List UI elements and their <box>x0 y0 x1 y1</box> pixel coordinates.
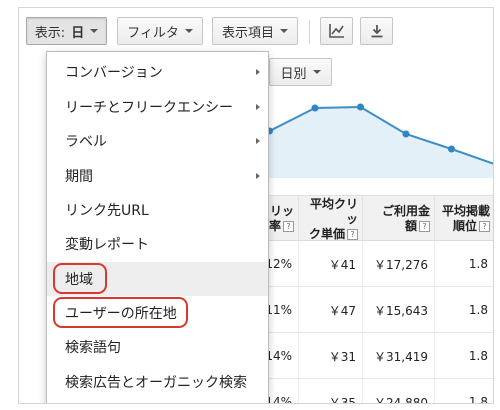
table-row: 0.12% ￥41 ￥17,276 1.8 <box>249 241 493 287</box>
help-icon[interactable]: ? <box>283 221 294 232</box>
chevron-right-icon <box>256 138 260 144</box>
header-avg-cpc[interactable]: 平均クリッ ク単価? <box>299 196 363 242</box>
header-cost[interactable]: ご利用金額? <box>363 196 435 242</box>
menu-item-labels[interactable]: ラベル <box>47 124 268 158</box>
table-row: 0.14% ￥35 ￥24,880 1.8 <box>249 379 493 403</box>
menu-item-change-report[interactable]: 変動レポート <box>47 227 268 261</box>
report-panel: 表示: 日 フィルタ 表示項目 日別 クリッ率? 平均クリッ ク単価? ご利用金額?… <box>18 7 494 404</box>
table-row: 0.14% ￥31 ￥31,419 1.8 <box>249 333 493 379</box>
menu-item-reach-frequency[interactable]: リーチとフリークエンシー <box>47 90 268 124</box>
chevron-right-icon <box>256 69 260 75</box>
header-avg-position[interactable]: 平均掲載 順位? <box>435 196 493 242</box>
menu-item-paid-organic[interactable]: 検索広告とオーガニック検索 <box>47 365 268 399</box>
menu-item-search-terms[interactable]: 検索語句 <box>47 330 268 364</box>
chevron-right-icon <box>256 173 260 179</box>
menu-item-period[interactable]: 期間 <box>47 159 268 193</box>
chart-point[interactable] <box>311 104 319 112</box>
chart-point[interactable] <box>357 103 364 111</box>
table-row: 0.11% ￥47 ￥15,643 1.8 <box>249 287 493 333</box>
help-icon[interactable]: ? <box>419 221 430 232</box>
chart-point[interactable] <box>448 145 455 153</box>
chevron-right-icon <box>256 104 260 110</box>
menu-item-region[interactable]: 地域 <box>47 262 268 296</box>
menu-item-user-location[interactable]: ユーザーの所在地 <box>47 296 268 330</box>
menu-item-destination-url[interactable]: リンク先URL <box>47 193 268 227</box>
table-header: クリッ率? 平均クリッ ク単価? ご利用金額? 平均掲載 順位? <box>249 195 493 242</box>
help-icon[interactable]: ? <box>479 221 490 232</box>
help-icon[interactable]: ? <box>347 228 358 240</box>
view-dropdown-menu: コンバージョン リーチとフリークエンシー ラベル 期間 リンク先URL 変動レポ… <box>46 51 269 403</box>
menu-item-conversions[interactable]: コンバージョン <box>47 55 268 89</box>
chart-point[interactable] <box>494 162 495 169</box>
chart-point[interactable] <box>402 130 410 138</box>
